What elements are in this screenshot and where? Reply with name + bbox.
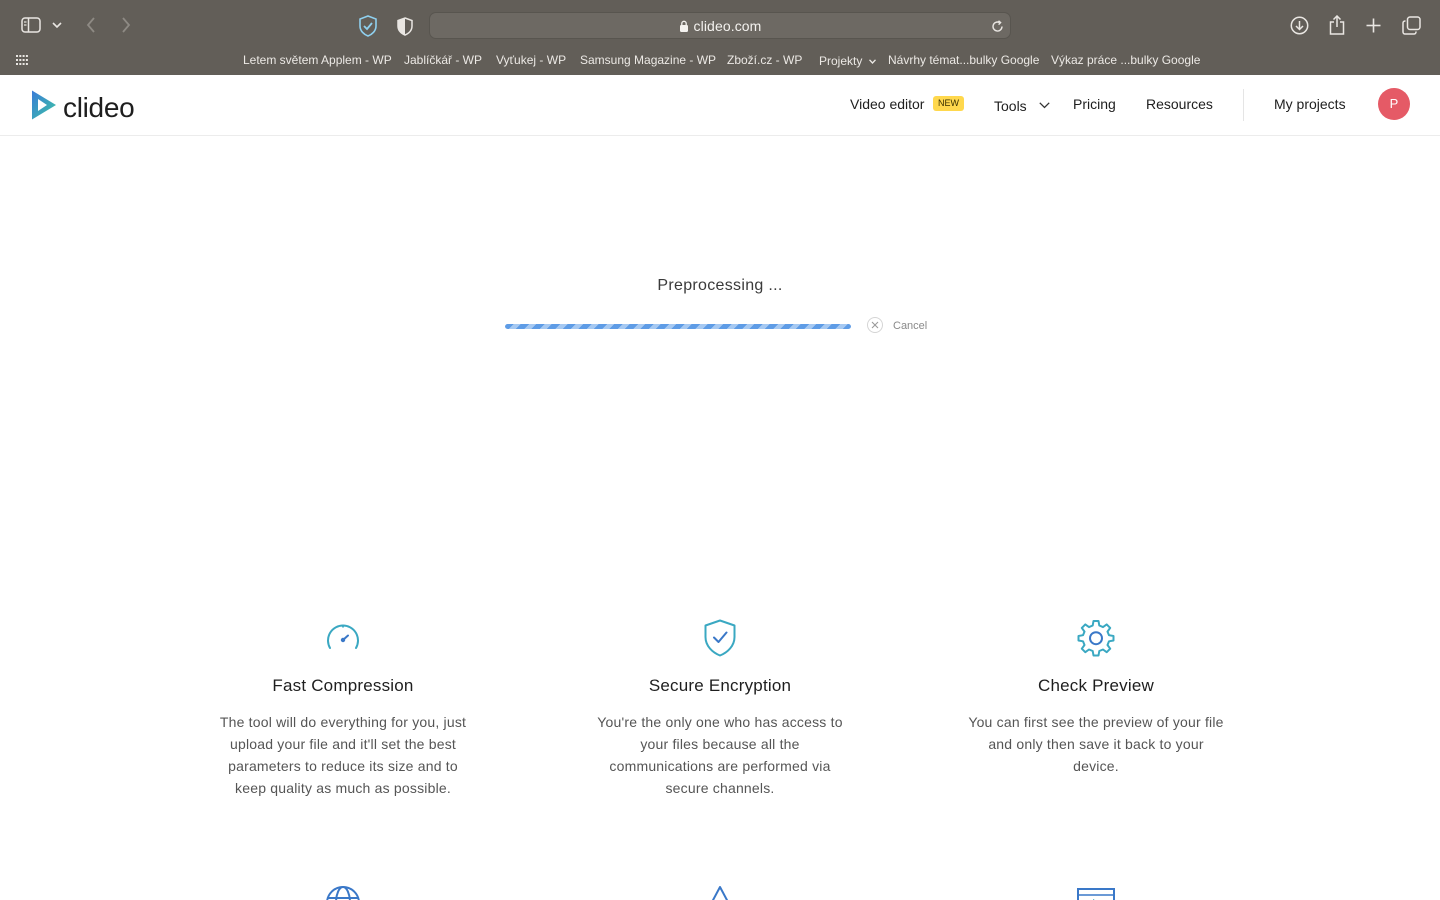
chevron-down-icon bbox=[1038, 96, 1050, 112]
feature-title: Fast Compression bbox=[272, 676, 414, 695]
avatar[interactable]: P bbox=[1378, 88, 1410, 120]
feature-fast-compression: Fast Compression The tool will do everyt… bbox=[213, 618, 473, 799]
bookmark-item[interactable]: Jablíčkář - WP bbox=[404, 53, 482, 67]
bookmark-item[interactable]: Letem světem Applem - WP bbox=[243, 53, 392, 67]
bookmark-item[interactable]: Návrhy témat...bulky Google bbox=[888, 53, 1039, 67]
privacy-shield-icon[interactable] bbox=[357, 14, 379, 38]
bookmarks-bar: Letem světem Applem - WP Jablíčkář - WP … bbox=[0, 50, 1440, 70]
nav-my-projects[interactable]: My projects bbox=[1274, 96, 1346, 112]
chevron-down-icon bbox=[868, 53, 876, 67]
bookmark-item[interactable]: Výkaz práce ...bulky Google bbox=[1051, 53, 1200, 67]
play-logo-icon bbox=[30, 89, 58, 126]
rocket-icon bbox=[704, 884, 736, 900]
progress-fill bbox=[505, 324, 851, 329]
processing-status: Preprocessing ... bbox=[657, 277, 783, 294]
nav-video-editor[interactable]: Video editor bbox=[850, 96, 924, 112]
download-icon[interactable] bbox=[1289, 15, 1310, 36]
nav-resources[interactable]: Resources bbox=[1146, 96, 1213, 112]
address-bar[interactable]: clideo.com bbox=[429, 12, 1011, 39]
site-header: clideo Video editor NEW Tools Pricing Re… bbox=[0, 75, 1440, 136]
back-icon[interactable] bbox=[82, 15, 100, 35]
tracker-shield-icon[interactable] bbox=[395, 15, 415, 37]
feature-title: Check Preview bbox=[1038, 676, 1154, 695]
feature-description: You can first see the preview of your fi… bbox=[968, 714, 1224, 774]
speedometer-icon bbox=[213, 618, 473, 658]
tab-overview-icon[interactable] bbox=[1401, 15, 1422, 36]
bookmark-item[interactable]: Samsung Magazine - WP bbox=[580, 53, 716, 67]
feature-description: You're the only one who has access to yo… bbox=[597, 714, 843, 796]
video-frame-icon bbox=[1077, 886, 1115, 900]
cancel-button[interactable]: Cancel bbox=[893, 320, 927, 332]
url-text: clideo.com bbox=[693, 18, 762, 34]
globe-icon bbox=[324, 884, 362, 900]
nav-divider bbox=[1243, 89, 1244, 121]
progress-bar bbox=[505, 324, 851, 329]
cancel-icon[interactable] bbox=[867, 317, 883, 333]
browser-chrome: clideo.com Letem světem Applem - WP Jabl… bbox=[0, 0, 1440, 75]
logo-wordmark: clideo bbox=[63, 91, 135, 123]
apps-grid-icon[interactable] bbox=[15, 54, 29, 66]
nav-pricing[interactable]: Pricing bbox=[1073, 96, 1116, 112]
reload-icon[interactable] bbox=[989, 18, 1005, 34]
gear-icon bbox=[966, 618, 1226, 658]
forward-icon[interactable] bbox=[117, 15, 135, 35]
feature-check-preview: Check Preview You can first see the prev… bbox=[966, 618, 1226, 777]
feature-secure-encryption: Secure Encryption You're the only one wh… bbox=[590, 618, 850, 799]
feature-title: Secure Encryption bbox=[648, 676, 792, 695]
new-tab-icon[interactable] bbox=[1364, 16, 1383, 35]
nav-tools[interactable]: Tools bbox=[994, 96, 1050, 114]
bookmark-folder-projekty[interactable]: Projekty bbox=[819, 53, 876, 68]
shield-check-icon bbox=[590, 618, 850, 658]
nav-tools-label: Tools bbox=[994, 98, 1027, 114]
bookmark-item[interactable]: Zboží.cz - WP bbox=[727, 53, 802, 67]
lock-icon bbox=[679, 19, 689, 35]
bookmark-folder-label: Projekty bbox=[819, 54, 863, 68]
chevron-down-icon[interactable] bbox=[50, 18, 64, 32]
feature-description: The tool will do everything for you, jus… bbox=[219, 714, 467, 796]
bookmark-item[interactable]: Vyťukej - WP bbox=[496, 53, 566, 67]
clideo-logo[interactable]: clideo bbox=[30, 89, 135, 126]
share-icon[interactable] bbox=[1327, 14, 1347, 36]
sidebar-toggle-icon[interactable] bbox=[20, 16, 42, 34]
new-badge: NEW bbox=[933, 96, 964, 111]
